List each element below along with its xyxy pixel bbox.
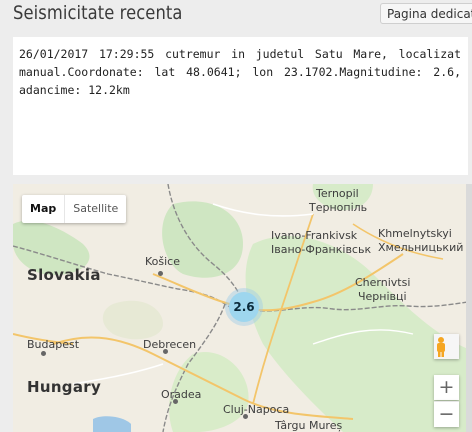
map-type-satellite[interactable]: Satellite bbox=[65, 195, 126, 223]
label-slovakia: Slovakia bbox=[27, 266, 101, 284]
label-ternopil-local: Тернопіль bbox=[309, 201, 368, 214]
zoom-out-button[interactable]: − bbox=[434, 401, 459, 427]
label-khmelnytskyi: Khmelnytskyi bbox=[378, 227, 452, 240]
label-budapest: Budapest bbox=[27, 338, 80, 351]
page-scrollbar[interactable] bbox=[466, 184, 472, 432]
map-type-control: Map Satellite bbox=[22, 195, 127, 223]
label-kosice: Košice bbox=[145, 255, 180, 268]
map-type-map[interactable]: Map bbox=[22, 195, 64, 223]
label-ivano-frankivsk-local: Івано-Франківськ bbox=[271, 243, 372, 256]
page-title: Seismicitate recenta bbox=[13, 2, 183, 24]
map-view[interactable]: Map Satellite Slovakia Hungary Košice Bu… bbox=[13, 184, 468, 432]
label-debrecen: Debrecen bbox=[143, 338, 197, 351]
label-hungary: Hungary bbox=[27, 378, 102, 396]
zoom-in-button[interactable]: + bbox=[434, 375, 459, 400]
label-chernivtsi: Chernivtsi bbox=[355, 276, 411, 289]
label-cluj: Cluj-Napoca bbox=[223, 403, 290, 416]
label-ivano-frankivsk: Ivano-Frankivsk bbox=[271, 229, 358, 242]
label-oradea: Oradea bbox=[161, 388, 202, 401]
earthquake-info-text: 26/01/2017 17:29:55 cutremur in judetul … bbox=[19, 47, 461, 97]
dedicated-page-button[interactable]: Pagina dedicata bbox=[380, 3, 472, 24]
city-dot bbox=[158, 271, 163, 276]
earthquake-marker[interactable]: 2.6 bbox=[229, 292, 259, 322]
label-targu-mures: Târgu Mureș bbox=[275, 419, 343, 432]
city-dot bbox=[41, 351, 46, 356]
label-khmelnytskyi-local: Хмельницький bbox=[378, 241, 464, 254]
street-view-pegman-icon[interactable] bbox=[434, 334, 459, 359]
label-ternopil: Ternopil bbox=[316, 187, 359, 200]
earthquake-info-panel: 26/01/2017 17:29:55 cutremur in judetul … bbox=[13, 37, 468, 175]
label-chernivtsi-local: Чернівці bbox=[358, 290, 407, 303]
